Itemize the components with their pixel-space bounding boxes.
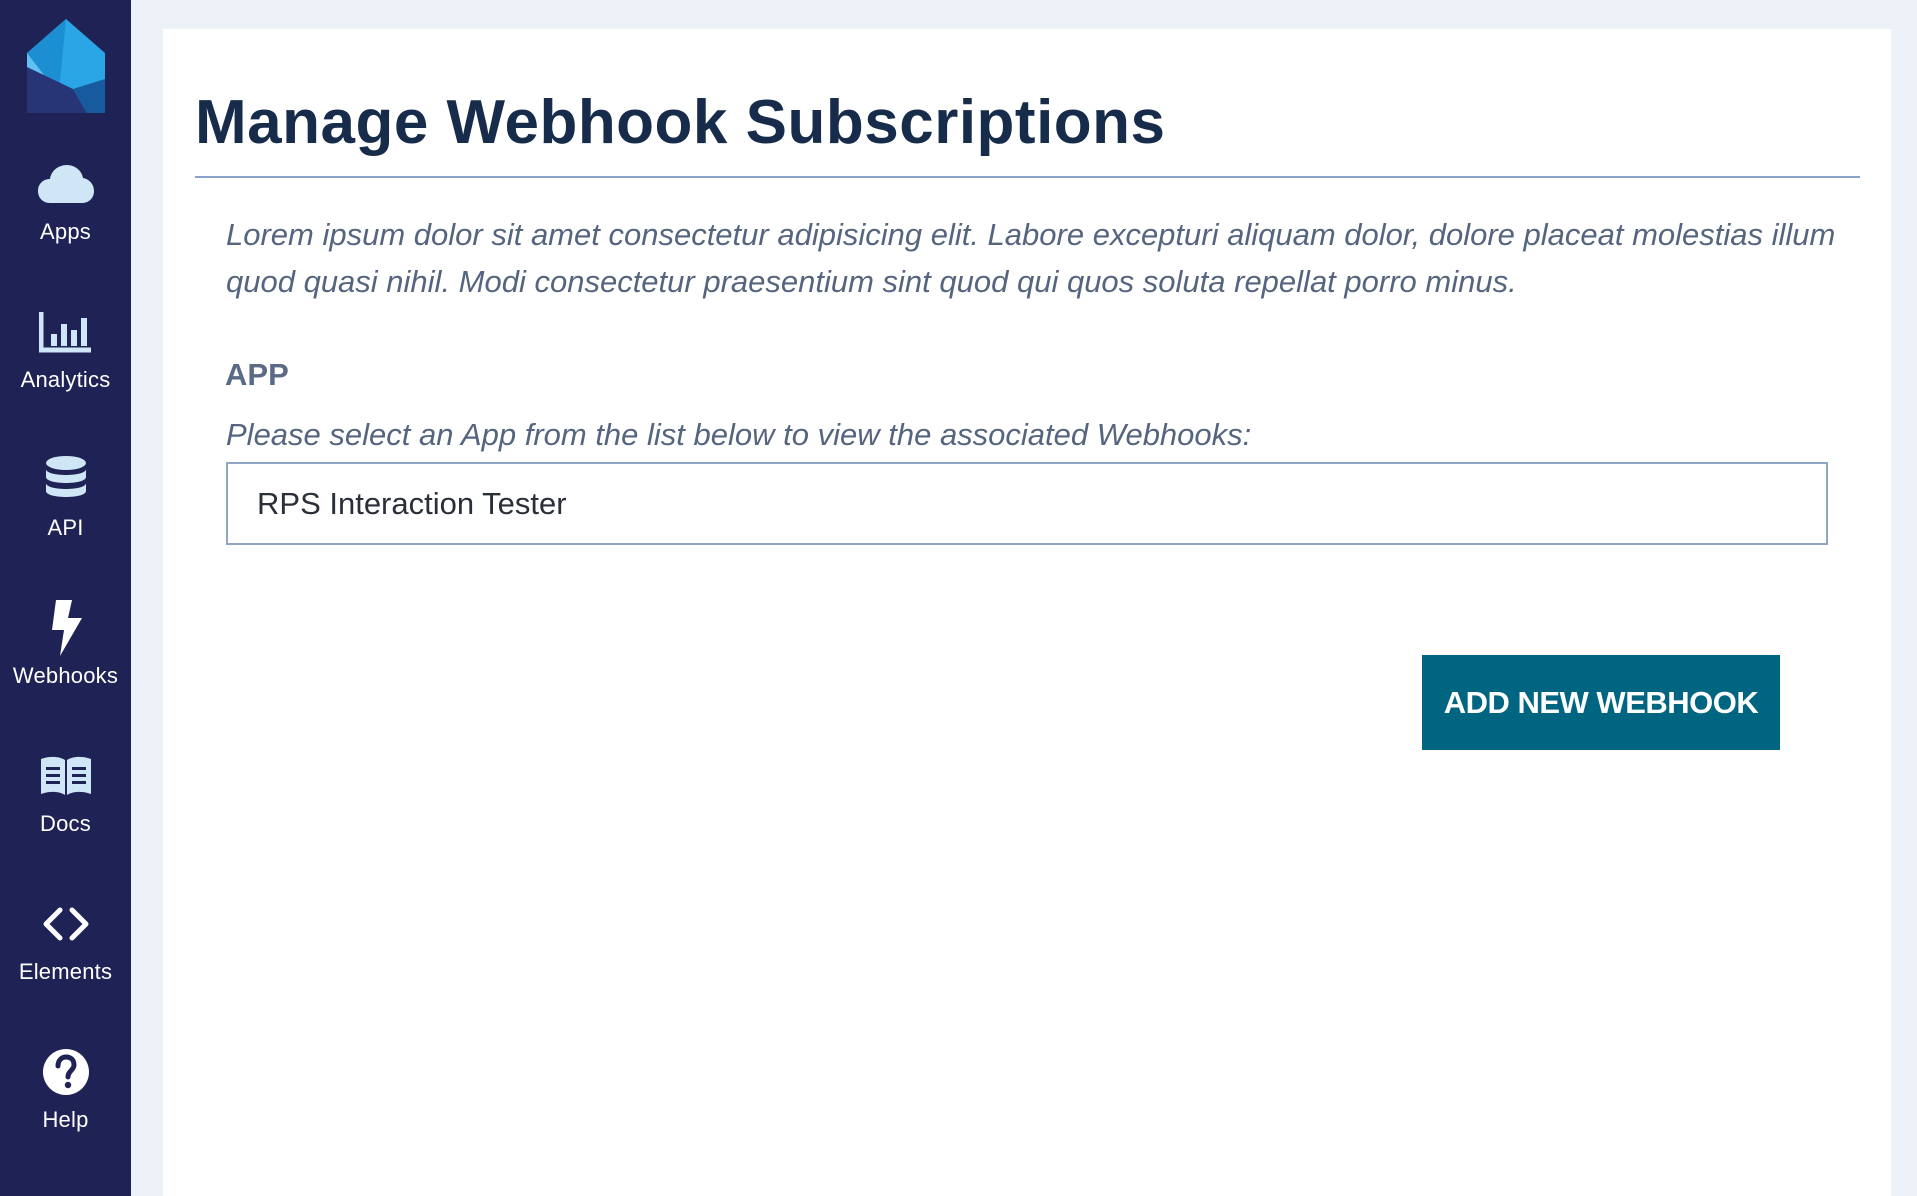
app-select[interactable]: RPS Interaction Tester [226, 462, 1828, 545]
main-panel: Manage Webhook Subscriptions Lorem ipsum… [163, 29, 1891, 1196]
house-logo[interactable] [26, 19, 105, 113]
sidebar-item-api[interactable]: API [0, 455, 131, 603]
app-select-value: RPS Interaction Tester [257, 485, 567, 521]
sidebar-item-label: Docs [40, 811, 91, 836]
page-title: Manage Webhook Subscriptions [195, 88, 1166, 157]
sidebar-item-apps[interactable]: Apps [0, 159, 131, 307]
sidebar-item-label: API [47, 515, 84, 540]
database-icon [38, 455, 94, 505]
sidebar-item-label: Elements [18, 959, 113, 984]
sidebar-item-elements[interactable]: Elements [0, 899, 131, 1047]
question-icon [38, 1047, 94, 1097]
bar-chart-icon [38, 307, 94, 357]
sidebar-item-label: Webhooks [12, 663, 119, 688]
sidebar-item-help[interactable]: Help [0, 1047, 131, 1195]
book-icon [38, 751, 94, 801]
lightning-icon [38, 600, 94, 656]
app-field-label: APP [225, 357, 289, 392]
sidebar-item-label: Help [42, 1107, 89, 1132]
add-new-webhook-button[interactable]: ADD NEW WEBHOOK [1422, 655, 1780, 750]
sidebar-item-docs[interactable]: Docs [0, 751, 131, 899]
sidebar-nav: Apps Analytics API Webhooks Docs Element… [0, 159, 131, 1195]
sidebar-item-webhooks[interactable]: Webhooks [0, 600, 131, 751]
cloud-icon [37, 159, 94, 209]
sidebar: Apps Analytics API Webhooks Docs Element… [0, 0, 131, 1196]
sidebar-item-label: Analytics [20, 367, 111, 392]
intro-text: Lorem ipsum dolor sit amet consectetur a… [226, 217, 1836, 299]
title-divider [195, 176, 1860, 178]
app-field-help: Please select an App from the list below… [226, 417, 1252, 452]
sidebar-item-analytics[interactable]: Analytics [0, 307, 131, 455]
sidebar-item-label: Apps [40, 219, 91, 244]
code-icon [38, 899, 94, 949]
